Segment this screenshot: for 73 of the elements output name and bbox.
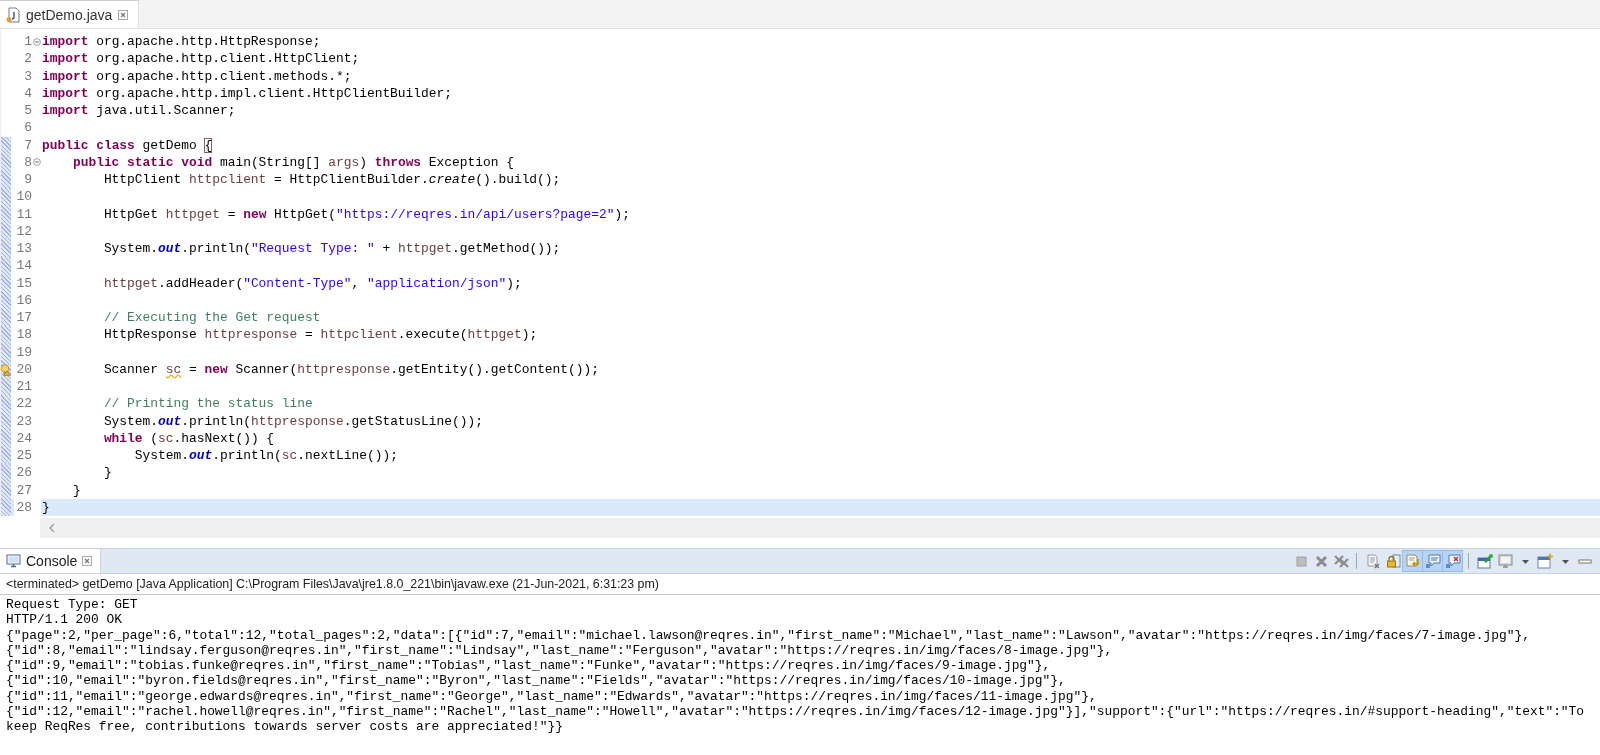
code-line: } <box>41 498 50 516</box>
code-line: HttpResponse httpresponse = httpclient.execute(httpget); <box>102 326 538 344</box>
line-number: 19 <box>15 343 32 361</box>
code-line: import org.apache.http.client.methods.*; <box>41 67 352 85</box>
line-number: 16 <box>15 291 32 309</box>
line-number: 20 <box>14 360 32 378</box>
code-line: System.out.println("Request Type: " + httpget.getMethod()); <box>102 240 561 258</box>
line-number: 3 <box>23 67 32 85</box>
console-output-line: {"id":10,"email":"byron.fields@reqres.in","first_name":"Byron","last_name":"Fields","avatar":"https://reqres.in/img/faces/10-image.jpg"}, <box>6 673 1066 689</box>
line-number: 7 <box>23 136 32 154</box>
line-number: 5 <box>23 102 32 120</box>
code-line: import org.apache.http.HttpResponse; <box>41 33 321 51</box>
horizontal-scrollbar[interactable] <box>40 518 1600 538</box>
code-line: } <box>102 464 112 482</box>
console-output-line: {"id":9,"email":"tobias.funke@reqres.in","first_name":"Tobias","last_name":"Funke","avatar":"https://reqres.in/img/faces/9-image.jpg"}, <box>6 658 1051 674</box>
process-label: <terminated> getDemo [Java Application] C:\Program Files\Java\jre1.8.0_221\bin\javaw.exe (21-Jun-2021, 6:31:23 pm) <box>5 576 660 593</box>
console-output-line: {"id":11,"email":"george.edwards@reqres.in","first_name":"George","last_name":"Edwards","avatar":"https://reqres.in/img/faces/11-image.jpg"}, <box>6 688 1097 705</box>
line-number: 15 <box>15 274 32 292</box>
collapse-icon[interactable] <box>33 37 41 46</box>
code-line: } <box>71 481 81 499</box>
window-plus-icon[interactable] <box>1535 551 1554 571</box>
collapse-icon[interactable] <box>33 158 41 167</box>
line-number: 10 <box>15 188 32 206</box>
speech-bubble-icon[interactable] <box>1423 551 1442 571</box>
console-tab[interactable]: Console <box>0 549 102 573</box>
code-line: import java.util.Scanner; <box>41 102 236 120</box>
code-line: import org.apache.http.impl.client.HttpClientBuilder; <box>41 84 452 102</box>
line-number: 8 <box>23 153 32 171</box>
monitor-icon <box>6 554 21 568</box>
line-number: 24 <box>15 429 32 447</box>
line-number: 22 <box>15 395 32 413</box>
close-icon[interactable] <box>118 9 129 20</box>
console-output-line: HTTP/1.1 200 OK <box>6 612 123 628</box>
code-line: import org.apache.http.client.HttpClient; <box>41 50 360 68</box>
line-number: 21 <box>15 378 32 396</box>
line-number: 27 <box>15 481 32 499</box>
line-number: 25 <box>15 447 32 465</box>
code-line: Scanner sc = new Scanner(httpresponse.getEntity().getContent()); <box>102 360 600 378</box>
pin-icon[interactable] <box>1475 551 1494 571</box>
line-number: 2 <box>23 50 32 68</box>
code-line: // Printing the status line <box>102 395 313 413</box>
line-number: 28 <box>15 498 32 516</box>
line-number: 12 <box>15 222 32 240</box>
line-number: 18 <box>15 326 32 344</box>
editor-tab[interactable]: getDemo.java <box>0 0 140 28</box>
code-line: HttpClient httpclient = HttpClientBuilder.create().build(); <box>102 171 561 189</box>
line-number: 9 <box>23 171 32 189</box>
line-number: 13 <box>15 240 32 258</box>
line-number: 11 <box>15 205 32 223</box>
console-output-line: {"id":8,"email":"lindsay.ferguson@reqres.in","first_name":"Lindsay","last_name":"Ferguson","avatar":"https://reqres.in/img/faces/8-image.jpg"}, <box>6 642 1113 659</box>
code-line: System.out.println(httpresponse.getStatusLine()); <box>102 412 483 430</box>
line-number: 14 <box>15 257 32 275</box>
line-number: 4 <box>23 84 32 102</box>
code-line: public class getDemo { <box>41 136 213 154</box>
code-line: httpget.addHeader("Content-Type", "application/json"); <box>102 274 522 292</box>
code-line: while (sc.hasNext()) { <box>102 429 275 447</box>
line-number: 1 <box>23 33 32 51</box>
code-line: HttpGet httpget = new HttpGet("https://reqres.in/api/users?page=2"); <box>102 205 630 223</box>
code-line: public static void main(String[] args) throws Exception { <box>71 153 514 171</box>
java-file-icon <box>6 6 20 23</box>
scroll-left-icon[interactable] <box>48 523 56 533</box>
code-line: System.out.println(sc.nextLine()); <box>133 447 398 465</box>
console-output-line: Request Type: GET <box>6 597 138 613</box>
line-number: 6 <box>23 119 32 137</box>
line-number: 23 <box>15 412 32 430</box>
console-output-line: {"id":12,"email":"rachel.howell@reqres.in","first_name":"Rachel","last_name":"Howell","avatar":"https://reqres.in/img/faces/12-image.jpg"}],"support":{"url":"https://reqres.in/#support-heading","text":"To <box>6 704 1585 720</box>
close-icon[interactable] <box>82 556 93 566</box>
console-output-line: {"page":2,"per_page":6,"total":12,"total_pages":2,"data":[{"id":7,"email":"michael.lawson@reqres.in","first_name":"Michael","last_name":"Lawson","avatar":"https://reqres.in/img/faces/7-image.jpg"}, <box>6 627 1530 643</box>
line-number: 26 <box>15 464 32 482</box>
line-number: 17 <box>15 309 32 327</box>
code-line: // Executing the Get request <box>102 309 321 327</box>
console-output-line: keep ReqRes free, contributions towards server costs are appreciated!"}} <box>6 719 563 735</box>
speech-bubble-cross-icon[interactable] <box>1443 551 1462 571</box>
